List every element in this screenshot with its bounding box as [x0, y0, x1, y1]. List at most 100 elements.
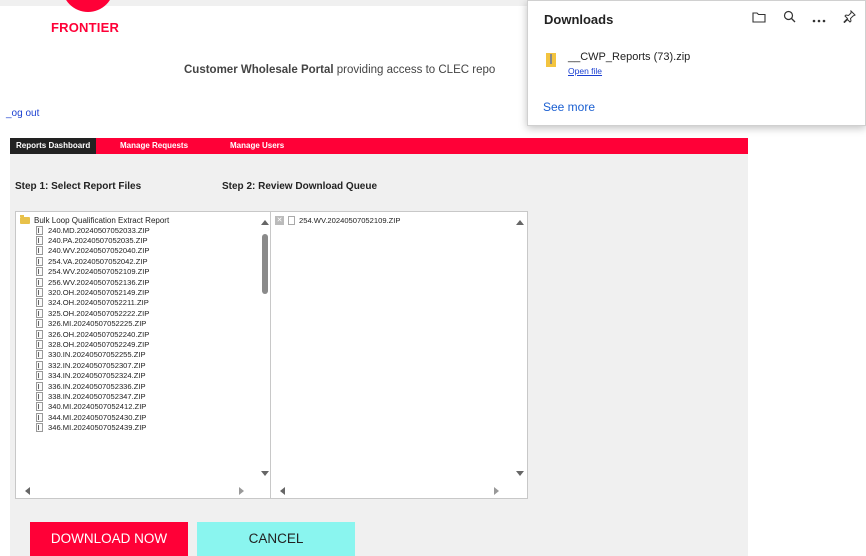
report-file-label: 326.MI.20240507052225.ZIP: [48, 319, 147, 329]
portal-subtitle-bold: Customer Wholesale Portal: [184, 64, 334, 76]
download-filename: __CWP_Reports (73).zip: [568, 51, 691, 63]
report-file-item[interactable]: 325.OH.20240507052222.ZIP: [18, 308, 169, 318]
report-file-item[interactable]: 334.IN.20240507052324.ZIP: [18, 370, 169, 381]
download-item[interactable]: __CWP_Reports (73).zip Open file: [546, 51, 690, 76]
zip-file-icon: [36, 236, 43, 246]
report-file-item[interactable]: 256.WV.20240507052136.ZIP: [18, 277, 169, 287]
main-nav: Reports Dashboard Manage Requests Manage…: [10, 138, 748, 154]
download-queue[interactable]: ✕ 254.WV.20240507052109.ZIP: [270, 211, 528, 499]
tab-manage-users[interactable]: Manage Users: [224, 138, 290, 154]
more-icon[interactable]: [811, 10, 827, 26]
scroll-down-icon[interactable]: [516, 471, 524, 476]
report-file-label: 254.WV.20240507052109.ZIP: [48, 267, 150, 277]
zip-file-icon: [36, 256, 43, 266]
report-file-item[interactable]: 240.PA.20240507052035.ZIP: [18, 235, 169, 246]
queue-horizontal-scrollbar[interactable]: [271, 484, 527, 498]
zip-file-icon: [36, 402, 43, 412]
pin-icon[interactable]: [841, 9, 857, 26]
remove-icon[interactable]: ✕: [275, 216, 284, 225]
report-file-label: 340.MI.20240507052412.ZIP: [48, 402, 147, 412]
report-file-label: 240.PA.20240507052035.ZIP: [48, 236, 148, 246]
see-more-link[interactable]: See more: [543, 100, 595, 114]
portal-subtitle-rest: providing access to CLEC repo: [333, 64, 496, 76]
report-file-item[interactable]: 326.OH.20240507052240.ZIP: [18, 329, 169, 339]
report-file-label: 320.OH.20240507052149.ZIP: [48, 288, 150, 298]
report-file-item[interactable]: 338.IN.20240507052347.ZIP: [18, 391, 169, 401]
queue-vertical-scrollbar[interactable]: [513, 212, 527, 484]
scroll-down-icon[interactable]: [261, 471, 269, 476]
step1-heading: Step 1: Select Report Files: [15, 181, 142, 192]
zip-file-icon: [36, 308, 43, 318]
report-file-label: 324.OH.20240507052211.ZIP: [48, 298, 149, 308]
zip-file-icon: [36, 288, 43, 298]
report-file-label: 254.VA.20240507052042.ZIP: [48, 256, 148, 266]
zip-file-icon: [36, 350, 43, 360]
report-file-label: 344.MI.20240507052430.ZIP: [48, 412, 147, 422]
report-files-tree[interactable]: Bulk Loop Qualification Extract Report 2…: [15, 211, 273, 499]
report-file-item[interactable]: 320.OH.20240507052149.ZIP: [18, 287, 169, 298]
search-icon[interactable]: [781, 10, 797, 26]
zip-file-icon: [36, 267, 43, 277]
report-file-label: 338.IN.20240507052347.ZIP: [48, 391, 146, 401]
report-file-item[interactable]: 240.MD.20240507052033.ZIP: [18, 225, 169, 235]
report-file-label: 330.IN.20240507052255.ZIP: [48, 350, 146, 360]
zip-file-icon: [36, 412, 43, 422]
zip-file-icon: [546, 53, 556, 67]
download-now-button[interactable]: DOWNLOAD NOW: [30, 522, 188, 556]
frontier-logo-text: FRONTIER: [51, 20, 120, 35]
queue-item[interactable]: ✕ 254.WV.20240507052109.ZIP: [275, 216, 400, 225]
report-file-item[interactable]: 254.WV.20240507052109.ZIP: [18, 267, 169, 277]
downloads-flyout: Downloads __CWP_Reports (73).zip Open fi…: [527, 0, 866, 126]
scroll-thumb[interactable]: [262, 234, 268, 294]
queue-item-label: 254.WV.20240507052109.ZIP: [299, 216, 401, 225]
report-file-item[interactable]: 326.MI.20240507052225.ZIP: [18, 319, 169, 329]
tree-horizontal-scrollbar[interactable]: [16, 484, 272, 498]
zip-file-icon: [36, 298, 43, 308]
report-file-item[interactable]: 330.IN.20240507052255.ZIP: [18, 350, 169, 360]
zip-file-icon: [36, 381, 43, 391]
scroll-right-icon[interactable]: [494, 487, 499, 495]
zip-file-icon: [36, 225, 43, 235]
scroll-right-icon[interactable]: [239, 487, 244, 495]
report-file-item[interactable]: 324.OH.20240507052211.ZIP: [18, 298, 169, 308]
report-file-label: 328.OH.20240507052249.ZIP: [48, 339, 150, 349]
report-file-item[interactable]: 240.WV.20240507052040.ZIP: [18, 246, 169, 256]
cancel-button[interactable]: CANCEL: [197, 522, 355, 556]
scroll-left-icon[interactable]: [25, 487, 30, 495]
scroll-up-icon[interactable]: [261, 220, 269, 225]
zip-file-icon: [36, 329, 43, 339]
zip-file-icon: [36, 371, 43, 381]
report-file-item[interactable]: 336.IN.20240507052336.ZIP: [18, 381, 169, 391]
report-file-item[interactable]: 340.MI.20240507052412.ZIP: [18, 402, 169, 412]
report-file-label: 256.WV.20240507052136.ZIP: [48, 277, 150, 287]
report-folder[interactable]: Bulk Loop Qualification Extract Report: [18, 214, 170, 225]
report-file-item[interactable]: 328.OH.20240507052249.ZIP: [18, 339, 169, 349]
scroll-up-icon[interactable]: [516, 220, 524, 225]
tab-manage-requests[interactable]: Manage Requests: [114, 138, 194, 154]
zip-file-icon: [36, 277, 43, 287]
report-file-label: 326.OH.20240507052240.ZIP: [48, 329, 150, 339]
zip-file-icon: [36, 339, 43, 349]
folder-icon[interactable]: [751, 10, 767, 26]
report-folder-label: Bulk Loop Qualification Extract Report: [34, 215, 170, 225]
frontier-logo-mark: [62, 0, 114, 12]
report-file-item[interactable]: 346.MI.20240507052439.ZIP: [18, 422, 169, 433]
open-file-link[interactable]: Open file: [568, 66, 690, 76]
report-files-list: Bulk Loop Qualification Extract Report 2…: [18, 214, 170, 433]
report-file-label: 240.WV.20240507052040.ZIP: [48, 246, 150, 256]
zip-file-icon: [36, 246, 43, 256]
report-file-label: 332.IN.20240507052307.ZIP: [48, 360, 146, 370]
zip-file-icon: [36, 360, 43, 370]
report-file-label: 240.MD.20240507052033.ZIP: [48, 225, 150, 235]
zip-file-icon: [36, 391, 43, 401]
zip-file-icon: [36, 423, 43, 433]
report-file-item[interactable]: 254.VA.20240507052042.ZIP: [18, 256, 169, 266]
document-icon: [288, 216, 295, 225]
scroll-left-icon[interactable]: [280, 487, 285, 495]
downloads-toolbar: [751, 9, 857, 26]
tab-reports-dashboard[interactable]: Reports Dashboard: [10, 138, 97, 154]
report-file-item[interactable]: 332.IN.20240507052307.ZIP: [18, 360, 169, 370]
logout-link[interactable]: _og out: [6, 108, 39, 119]
report-file-item[interactable]: 344.MI.20240507052430.ZIP: [18, 412, 169, 422]
report-file-label: 334.IN.20240507052324.ZIP: [48, 371, 146, 381]
